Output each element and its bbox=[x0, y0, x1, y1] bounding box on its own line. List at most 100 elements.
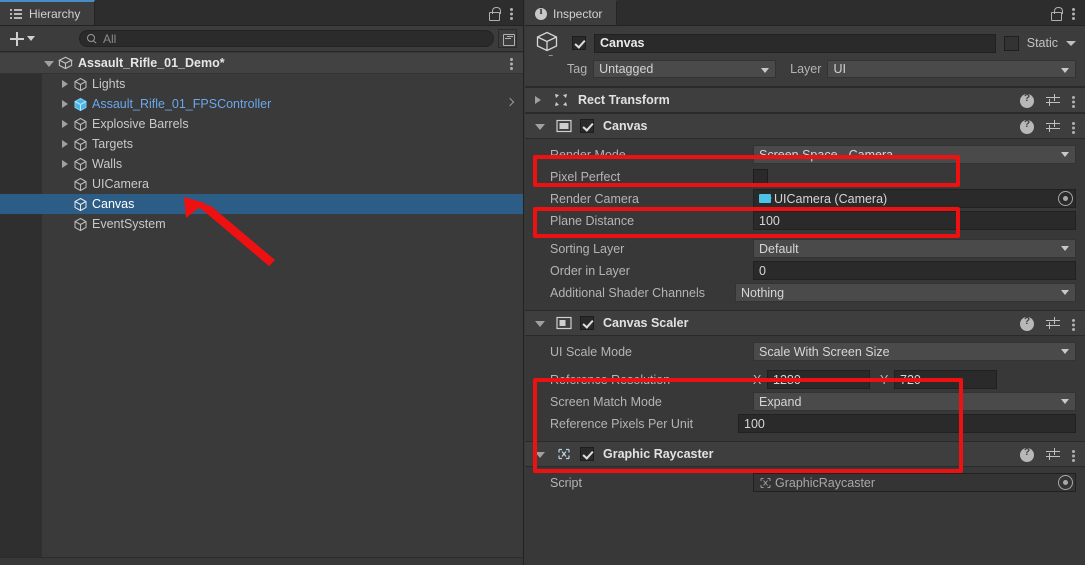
render-mode-dropdown[interactable]: Screen Space - Camera bbox=[753, 145, 1076, 164]
hierarchy-menu-icon[interactable] bbox=[510, 6, 514, 20]
hierarchy-item-walls[interactable]: Walls bbox=[0, 154, 523, 174]
canvas-scaler-enabled-checkbox[interactable] bbox=[580, 316, 594, 330]
property-label: Sorting Layer bbox=[550, 241, 625, 256]
foldout-icon[interactable] bbox=[62, 160, 68, 168]
foldout-icon[interactable] bbox=[535, 96, 541, 104]
inspector-menu-icon[interactable] bbox=[1072, 6, 1076, 20]
screen-match-mode-dropdown[interactable]: Expand bbox=[753, 392, 1076, 411]
graphic-raycaster-icon bbox=[556, 447, 572, 461]
foldout-icon[interactable] bbox=[62, 120, 68, 128]
reference-resolution-x-input[interactable]: 1280 bbox=[767, 370, 870, 389]
inspector-tag-layer-row: Tag Untagged Layer UI bbox=[534, 59, 1076, 79]
inspector-object-header: Canvas Static Tag Untagged Layer UI bbox=[525, 26, 1085, 87]
preset-icon[interactable] bbox=[1046, 448, 1060, 462]
foldout-icon[interactable] bbox=[535, 321, 545, 327]
lock-icon[interactable] bbox=[488, 6, 501, 21]
search-input[interactable]: All bbox=[79, 30, 494, 47]
component-header-actions bbox=[1020, 442, 1076, 468]
component-title: Graphic Raycaster bbox=[603, 447, 714, 461]
chevron-down-icon bbox=[1061, 290, 1069, 295]
component-menu-icon[interactable] bbox=[1072, 317, 1076, 331]
component-header-actions bbox=[1020, 114, 1076, 140]
additional-shader-channels-dropdown[interactable]: Nothing bbox=[735, 283, 1076, 302]
foldout-icon[interactable] bbox=[62, 140, 68, 148]
property-label: Script bbox=[550, 475, 582, 490]
object-picker-icon bbox=[1058, 475, 1073, 490]
static-checkbox[interactable] bbox=[1003, 35, 1019, 51]
preset-icon[interactable] bbox=[1046, 120, 1060, 134]
component-header-actions bbox=[1020, 88, 1076, 114]
component-menu-icon[interactable] bbox=[1072, 448, 1076, 462]
order-in-layer-input[interactable]: 0 bbox=[753, 261, 1076, 280]
hierarchy-item-explosive-barrels[interactable]: Explosive Barrels bbox=[0, 114, 523, 134]
component-menu-icon[interactable] bbox=[1072, 120, 1076, 134]
gameobject-active-checkbox[interactable] bbox=[572, 36, 586, 50]
additional-shader-channels-value: Nothing bbox=[741, 285, 785, 300]
tag-dropdown[interactable]: Untagged bbox=[593, 60, 777, 78]
graphic-raycaster-enabled-checkbox[interactable] bbox=[580, 447, 594, 461]
hierarchy-panel: Hierarchy All Assault_Rifle_01_Demo* Lig… bbox=[0, 0, 524, 565]
object-name-field[interactable]: Canvas bbox=[594, 33, 996, 53]
scene-menu-icon[interactable] bbox=[510, 56, 514, 70]
preset-icon[interactable] bbox=[1046, 317, 1060, 331]
create-object-button[interactable] bbox=[6, 31, 39, 47]
prefab-open-chevron-icon[interactable] bbox=[505, 97, 515, 107]
hierarchy-item-canvas[interactable]: Canvas bbox=[0, 194, 523, 214]
static-dropdown-icon[interactable] bbox=[1066, 40, 1076, 46]
object-picker-icon[interactable] bbox=[1058, 191, 1073, 206]
foldout-icon[interactable] bbox=[62, 100, 68, 108]
help-icon[interactable] bbox=[1020, 119, 1034, 134]
scene-foldout-icon[interactable] bbox=[44, 61, 54, 67]
hierarchy-item-uicamera[interactable]: UICamera bbox=[0, 174, 523, 194]
gameobject-icon[interactable] bbox=[534, 30, 564, 56]
camera-icon bbox=[759, 194, 772, 203]
layer-label: Layer bbox=[790, 62, 822, 76]
inspector-tabbar-right bbox=[1050, 0, 1085, 26]
hierarchy-item-targets[interactable]: Targets bbox=[0, 134, 523, 154]
component-menu-icon[interactable] bbox=[1072, 94, 1076, 108]
preset-icon[interactable] bbox=[1046, 94, 1060, 108]
render-camera-value: UICamera (Camera) bbox=[774, 191, 888, 206]
plus-icon bbox=[10, 31, 24, 46]
foldout-icon[interactable] bbox=[62, 80, 68, 88]
reference-resolution-y-input[interactable]: 720 bbox=[894, 370, 997, 389]
help-icon[interactable] bbox=[1020, 93, 1034, 108]
property-label: Additional Shader Channels bbox=[550, 285, 705, 300]
foldout-icon[interactable] bbox=[535, 452, 545, 458]
tab-inspector[interactable]: Inspector bbox=[525, 0, 618, 25]
ui-scale-mode-dropdown[interactable]: Scale With Screen Size bbox=[753, 342, 1076, 361]
search-filter-button[interactable] bbox=[498, 29, 517, 48]
hierarchy-item-label: Explosive Barrels bbox=[92, 117, 189, 131]
help-icon[interactable] bbox=[1020, 316, 1034, 331]
component-header-rect-transform[interactable]: Rect Transform bbox=[525, 87, 1085, 113]
reference-pixels-per-unit-value: 100 bbox=[744, 416, 765, 431]
component-header-canvas[interactable]: Canvas bbox=[525, 113, 1085, 139]
gameobject-icon bbox=[73, 117, 88, 132]
hierarchy-item-label: Walls bbox=[92, 157, 123, 171]
tab-hierarchy[interactable]: Hierarchy bbox=[0, 0, 96, 25]
render-camera-objectfield[interactable]: UICamera (Camera) bbox=[753, 189, 1076, 208]
hierarchy-item-eventsystem[interactable]: EventSystem bbox=[0, 214, 523, 234]
hierarchy-item-label: Targets bbox=[92, 137, 133, 151]
hierarchy-scene-row[interactable]: Assault_Rifle_01_Demo* bbox=[0, 53, 523, 74]
help-icon[interactable] bbox=[1020, 447, 1034, 462]
hierarchy-item-lights[interactable]: Lights bbox=[0, 74, 523, 94]
component-header-canvas-scaler[interactable]: Canvas Scaler bbox=[525, 310, 1085, 336]
property-script: Script GraphicRaycaster bbox=[525, 472, 1085, 493]
foldout-icon[interactable] bbox=[535, 124, 545, 130]
static-label: Static bbox=[1026, 36, 1058, 50]
canvas-enabled-checkbox[interactable] bbox=[580, 119, 594, 133]
component-header-graphic-raycaster[interactable]: Graphic Raycaster bbox=[525, 441, 1085, 467]
component-body-canvas-scaler: UI Scale Mode Scale With Screen Size Ref… bbox=[525, 336, 1085, 441]
property-label: Render Camera bbox=[550, 191, 639, 206]
hierarchy-item-assault-rifle-fpscontroller[interactable]: Assault_Rifle_01_FPSController bbox=[0, 94, 523, 114]
reference-resolution-vector2: X 1280 Y 720 bbox=[753, 370, 1076, 389]
pixel-perfect-checkbox[interactable] bbox=[753, 169, 768, 184]
plane-distance-input[interactable]: 100 bbox=[753, 211, 1076, 230]
layer-dropdown[interactable]: UI bbox=[827, 60, 1076, 78]
sorting-layer-dropdown[interactable]: Default bbox=[753, 239, 1076, 258]
reference-pixels-per-unit-input[interactable]: 100 bbox=[738, 414, 1076, 433]
script-icon bbox=[759, 477, 772, 489]
lock-icon[interactable] bbox=[1050, 6, 1063, 21]
tag-value: Untagged bbox=[599, 62, 654, 76]
